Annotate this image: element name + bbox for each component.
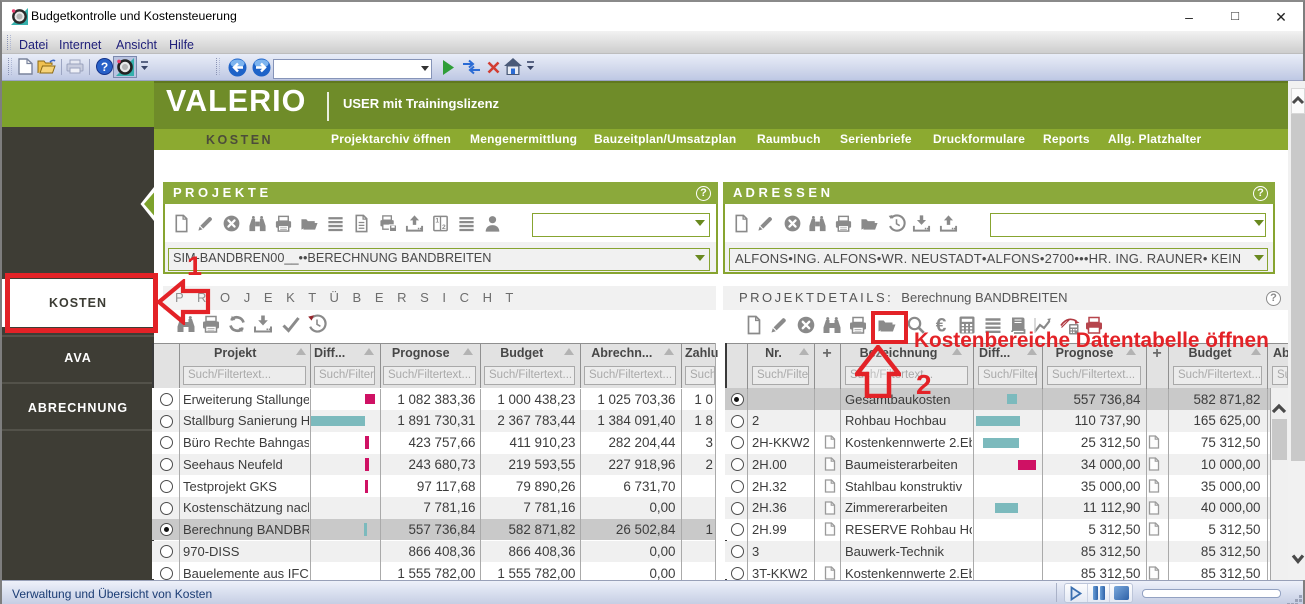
svg-text:?: ? [101, 60, 108, 74]
